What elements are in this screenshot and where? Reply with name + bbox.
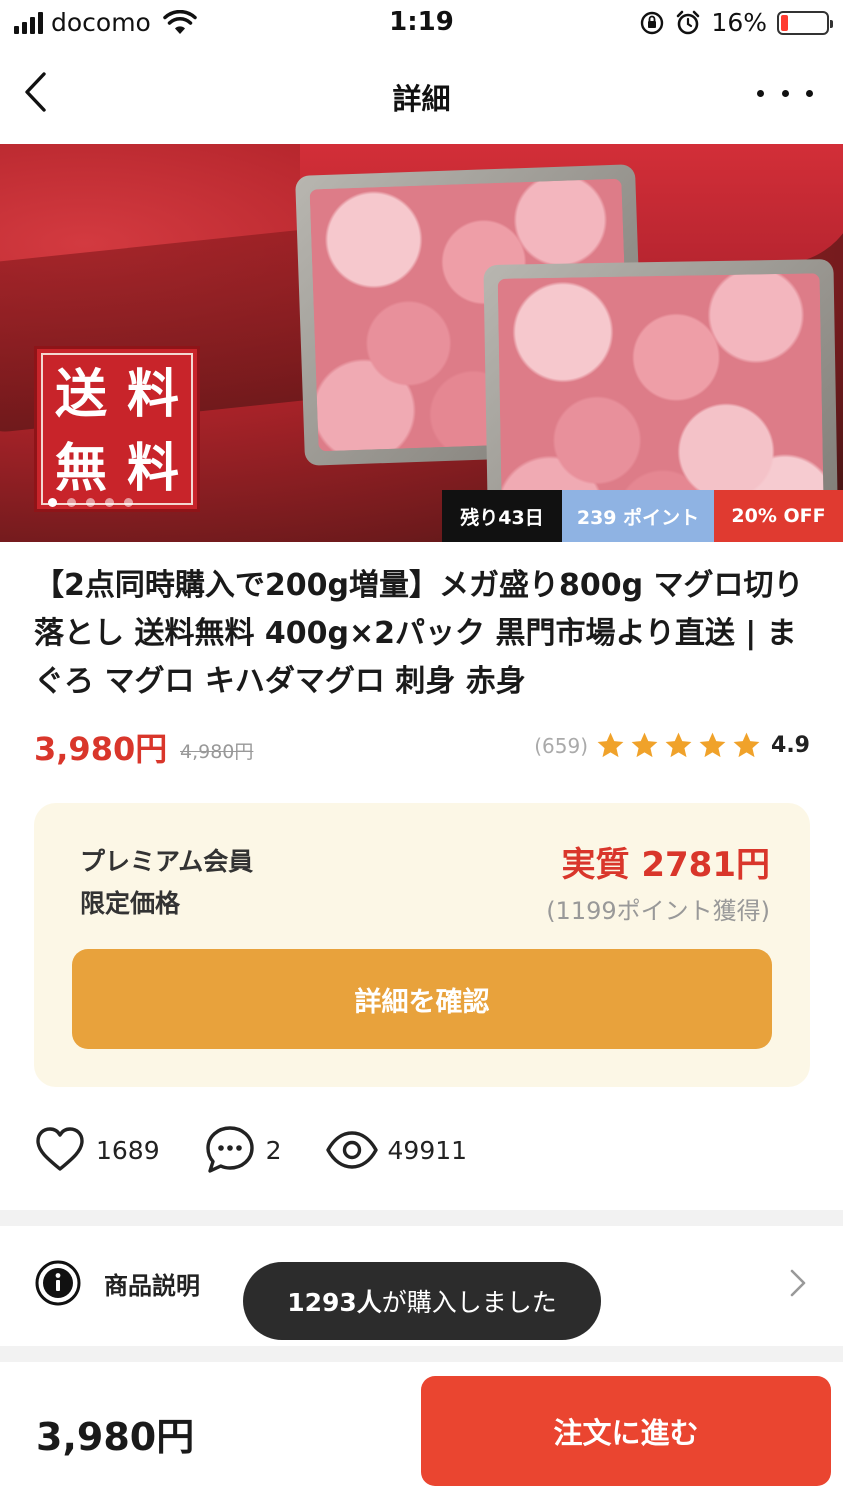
premium-label: プレミアム会員 限定価格 xyxy=(80,841,253,925)
star-icon xyxy=(699,732,726,758)
engagement-stats: 1689 2 49911 xyxy=(34,1122,511,1178)
days-left-tag: 残り43日 xyxy=(442,490,562,542)
product-title: 【2点同時購入で200g増量】メガ盛り800g マグロ切り落とし 送料無料 40… xyxy=(34,568,804,699)
heart-icon xyxy=(36,1127,84,1171)
purchase-toast: 1293人 が購入しました xyxy=(243,1262,601,1340)
product-image-carousel[interactable]: 送 料 無 料 xyxy=(0,144,843,542)
description-label: 商品説明 xyxy=(104,1272,200,1300)
carousel-indicator xyxy=(48,498,133,507)
battery-icon xyxy=(777,10,833,35)
sale-price: 3,980円 xyxy=(34,730,168,768)
bottom-price: 3,980円 xyxy=(36,1415,195,1459)
purchase-text: が購入しました xyxy=(381,1288,557,1317)
comment-icon xyxy=(205,1126,254,1173)
price-row: 3,980円 4,980円 (659) 4.9 xyxy=(34,724,810,770)
effective-price: 実質 2781円 xyxy=(561,845,770,885)
status-bar: docomo 1:19 16% xyxy=(0,0,843,46)
view-count: 49911 xyxy=(387,1135,468,1165)
review-count[interactable]: (659) xyxy=(534,734,588,758)
eye-icon xyxy=(325,1131,378,1169)
star-icon xyxy=(665,732,692,758)
info-icon xyxy=(35,1260,81,1306)
original-price: 4,980円 xyxy=(180,741,254,763)
order-button[interactable]: 注文に進む xyxy=(421,1376,831,1486)
bottom-action-bar: 3,980円 注文に進む xyxy=(0,1362,843,1499)
premium-label-line2: 限定価格 xyxy=(80,889,181,918)
carousel-dot[interactable] xyxy=(48,498,57,507)
star-icon xyxy=(631,732,658,758)
purchase-count: 1293人 xyxy=(287,1288,382,1317)
like-count: 1689 xyxy=(96,1135,160,1165)
comment-count: 2 xyxy=(265,1135,282,1165)
more-horizontal-icon xyxy=(757,89,764,97)
points-tag: 239 ポイント xyxy=(562,490,714,542)
star-icon xyxy=(733,732,760,758)
section-divider xyxy=(0,1346,843,1362)
carousel-dot[interactable] xyxy=(105,498,114,507)
chevron-right-icon xyxy=(790,1269,806,1297)
navigation-bar: 詳細 xyxy=(0,46,843,144)
battery-percent: 16% xyxy=(711,8,767,37)
premium-price-card: プレミアム会員 限定価格 実質 2781円 (1199ポイント獲得) 詳細を確認 xyxy=(34,803,810,1087)
section-divider xyxy=(0,1210,843,1226)
rating-stars xyxy=(595,730,762,761)
views-stat: 49911 xyxy=(325,1124,468,1176)
free-shipping-badge: 送 料 無 料 xyxy=(34,346,200,512)
carousel-dot[interactable] xyxy=(124,498,133,507)
like-button[interactable]: 1689 xyxy=(34,1124,160,1176)
more-button[interactable] xyxy=(757,76,813,110)
carousel-dot[interactable] xyxy=(86,498,95,507)
star-icon xyxy=(597,732,624,758)
discount-tag: 20% OFF xyxy=(714,490,843,542)
comment-button[interactable]: 2 xyxy=(204,1124,282,1176)
alarm-icon xyxy=(677,10,700,34)
premium-label-line1: プレミアム会員 xyxy=(80,847,254,876)
points-earned: (1199ポイント獲得) xyxy=(546,897,770,925)
carousel-dot[interactable] xyxy=(67,498,76,507)
rotation-lock-icon xyxy=(641,11,664,34)
view-details-button[interactable]: 詳細を確認 xyxy=(72,949,772,1049)
rating-value: 4.9 xyxy=(771,733,810,758)
page-title: 詳細 xyxy=(392,82,451,116)
